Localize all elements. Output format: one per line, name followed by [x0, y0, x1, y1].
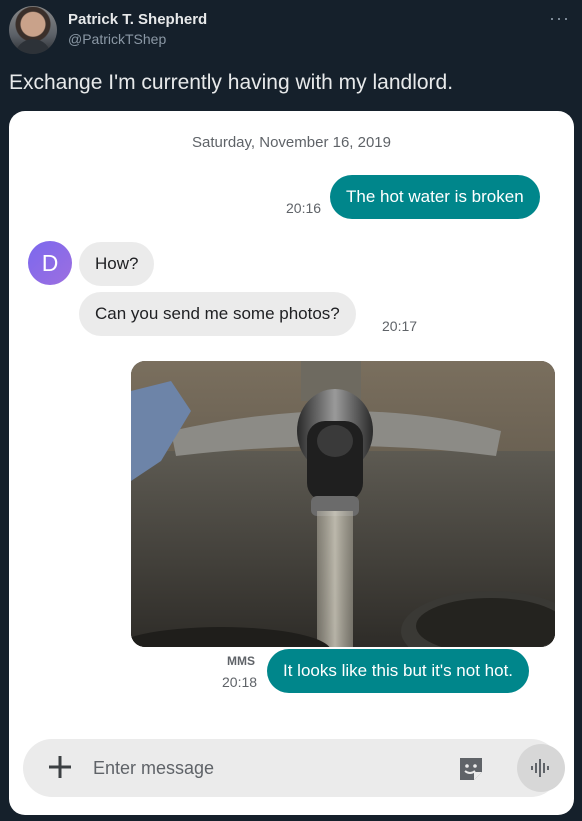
author-avatar[interactable]: [9, 6, 57, 54]
faucet-image: [131, 361, 555, 647]
incoming-message: Can you send me some photos?: [79, 292, 356, 336]
tweet-text: Exchange I'm currently having with my la…: [9, 71, 454, 94]
message-time: 20:16: [286, 200, 322, 216]
mms-tag: MMS: [227, 654, 255, 668]
sticker-icon[interactable]: [457, 755, 485, 783]
conversation-date: Saturday, November 16, 2019: [191, 134, 391, 151]
plus-icon[interactable]: [45, 752, 75, 782]
voice-wave-icon: [531, 759, 549, 777]
author-handle[interactable]: @PatrickTShep: [68, 31, 166, 47]
message-time: 20:17: [382, 318, 418, 334]
message-composer: [23, 739, 565, 797]
faucet-photo: [131, 361, 555, 647]
outgoing-message: The hot water is broken: [330, 175, 540, 219]
outgoing-message: It looks like this but it's not hot.: [267, 649, 530, 693]
more-options-icon[interactable]: ···: [549, 8, 570, 29]
message-input[interactable]: [93, 739, 433, 797]
author-name[interactable]: Patrick T. Shepherd: [68, 11, 207, 28]
voice-message-button[interactable]: [517, 744, 565, 792]
incoming-message: How?: [79, 242, 155, 286]
tweet-header: Patrick T. Shepherd @PatrickTShep ···: [0, 0, 582, 62]
message-time: 20:18: [222, 674, 258, 690]
tweet-media-screenshot[interactable]: Saturday, November 16, 2019 20:16 The ho…: [9, 111, 574, 815]
contact-avatar: D: [28, 241, 72, 285]
